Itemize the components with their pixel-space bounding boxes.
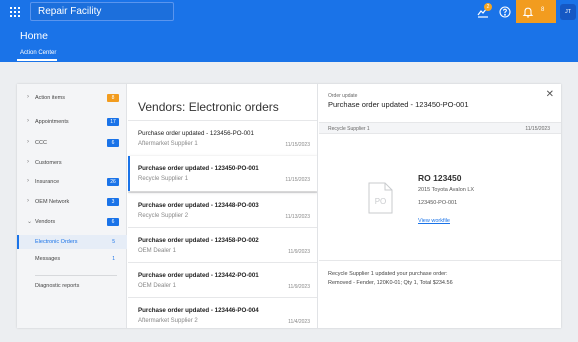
sidebar-item-label: CCC (35, 140, 47, 146)
close-icon[interactable]: ✕ (546, 89, 554, 100)
sidebar-item-ccc[interactable]: › CCC 6 (17, 136, 127, 150)
active-indicator (17, 235, 19, 249)
sidebar-item-label: Customers (35, 160, 62, 166)
bell-icon (522, 7, 534, 18)
list-item[interactable]: Purchase order updated - 123458-PO-002 O… (128, 227, 317, 262)
count-badge: 6 (107, 139, 119, 147)
list-item-selected[interactable]: Purchase order updated - 123450-PO-001 R… (128, 156, 317, 191)
order-vendor: Recycle Supplier 2 (138, 213, 189, 219)
order-vendor: Aftermarket Supplier 2 (138, 318, 198, 324)
order-vendor: OEM Dealer 1 (138, 283, 177, 289)
order-vendor: Aftermarket Supplier 1 (138, 141, 198, 147)
order-vendor: OEM Dealer 1 (138, 248, 177, 254)
tab-action-center[interactable]: Action Center (20, 50, 56, 56)
notification-count: 8 (541, 7, 545, 13)
list-item[interactable]: Purchase order updated - 123442-PO-001 O… (128, 262, 317, 297)
count-badge: 3 (107, 198, 119, 206)
update-message-line: Removed - Fender, 120K0-01; Qty 1, Total… (328, 280, 453, 286)
sidebar-item-insurance[interactable]: › Insurance 26 (17, 175, 127, 189)
sidebar-item-messages[interactable]: Messages 1 (17, 252, 127, 266)
list-title: Vendors: Electronic orders (138, 100, 279, 114)
sidebar-item-appointments[interactable]: › Appointments 17 (17, 115, 127, 129)
sidebar-item-label: Vendors (35, 219, 56, 225)
list-item[interactable]: Purchase order updated - 123446-PO-004 A… (128, 297, 317, 328)
count-badge: 26 (107, 178, 119, 186)
user-avatar[interactable]: JT (560, 3, 576, 20)
repair-order-number: RO 123450 (418, 173, 462, 183)
selected-indicator (128, 156, 130, 191)
chevron-right-icon: › (27, 94, 29, 100)
action-center-card: › Action items 8 › Appointments 17 › CCC… (17, 84, 561, 328)
sidebar-item-customers[interactable]: › Customers (17, 156, 127, 170)
order-date: 11/15/2023 (285, 177, 310, 183)
apps-grid-icon[interactable] (0, 0, 30, 23)
activity-badge: 2 (484, 3, 492, 11)
order-title: Purchase order updated - 123458-PO-002 (138, 237, 259, 244)
active-tab-indicator (17, 59, 57, 61)
update-message-line: Recycle Supplier 1 updated your purchase… (328, 271, 448, 277)
list-item[interactable]: Purchase order updated - 123448-PO-003 R… (128, 192, 317, 227)
sidebar-item-label: OEM Network (35, 199, 70, 205)
chevron-right-icon: › (27, 139, 29, 145)
sidebar-item-label: Action items (35, 95, 65, 101)
view-workfile-link[interactable]: View workfile (418, 218, 450, 224)
vehicle-description: 2015 Toyota Avalon LX (418, 187, 475, 193)
count-number: 5 (112, 239, 115, 245)
activity-button[interactable]: 2 (472, 0, 494, 23)
po-icon-label: PO (375, 197, 387, 206)
order-date: 11/15/2023 (285, 142, 310, 148)
order-title: Purchase order updated - 123448-PO-003 (138, 202, 259, 209)
chevron-right-icon: › (27, 198, 29, 204)
divider (319, 260, 561, 261)
notifications-button[interactable]: 8 (516, 0, 556, 23)
order-vendor: Recycle Supplier 1 (138, 176, 189, 182)
order-title: Purchase order updated - 123450-PO-001 (138, 165, 259, 172)
page-header: Home Action Center (0, 23, 578, 62)
count-badge: 6 (107, 218, 119, 226)
sidebar-item-action-items[interactable]: › Action items 8 (17, 91, 127, 105)
po-document-icon: PO (368, 182, 393, 214)
detail-vendor: Recycle Supplier 1 (328, 126, 370, 132)
count-badge: 8 (107, 94, 119, 102)
sidebar: › Action items 8 › Appointments 17 › CCC… (17, 84, 127, 328)
sidebar-item-vendors[interactable]: ⌄ Vendors 6 (17, 215, 127, 229)
sidebar-item-label: Electronic Orders (35, 239, 78, 245)
order-title: Purchase order updated - 123446-PO-004 (138, 307, 259, 314)
list-item[interactable]: Purchase order updated - 123456-PO-001 A… (128, 120, 317, 155)
count-badge: 17 (107, 118, 119, 126)
orders-list: Vendors: Electronic orders Purchase orde… (128, 84, 318, 328)
sidebar-item-label: Messages (35, 256, 61, 262)
facility-selector[interactable]: Repair Facility (30, 2, 174, 21)
detail-title: Purchase order updated - 123450-PO-001 (328, 100, 469, 109)
detail-info-bar: Recycle Supplier 1 11/15/2023 (319, 122, 561, 134)
chevron-right-icon: › (27, 178, 29, 184)
purchase-order-number: 123450-PO-001 (418, 200, 458, 206)
order-date: 11/9/2023 (288, 284, 310, 290)
help-button[interactable] (494, 0, 516, 23)
chevron-right-icon: › (27, 118, 29, 124)
count-number: 1 (112, 256, 115, 262)
order-date: 11/4/2023 (288, 319, 310, 325)
order-title: Purchase order updated - 123442-PO-001 (138, 272, 259, 279)
order-date: 11/13/2023 (285, 214, 310, 220)
chevron-down-icon: ⌄ (27, 219, 33, 225)
top-bar: Repair Facility 2 8 JT (0, 0, 578, 23)
divider (35, 275, 117, 276)
detail-overline: Order update (328, 93, 358, 99)
order-date: 11/9/2023 (288, 249, 310, 255)
sidebar-item-label: Insurance (35, 179, 60, 185)
sidebar-item-diagnostic-reports[interactable]: Diagnostic reports (35, 283, 79, 289)
chevron-right-icon: › (27, 159, 29, 165)
page-title: Home (20, 30, 49, 42)
sidebar-item-label: Appointments (35, 119, 69, 125)
help-icon (499, 5, 511, 18)
order-detail-panel: Order update Purchase order updated - 12… (319, 84, 561, 328)
order-title: Purchase order updated - 123456-PO-001 (138, 130, 254, 137)
detail-date: 11/15/2023 (525, 126, 550, 132)
sidebar-item-electronic-orders[interactable]: Electronic Orders 5 (17, 235, 127, 249)
sidebar-item-oem-network[interactable]: › OEM Network 3 (17, 195, 127, 209)
